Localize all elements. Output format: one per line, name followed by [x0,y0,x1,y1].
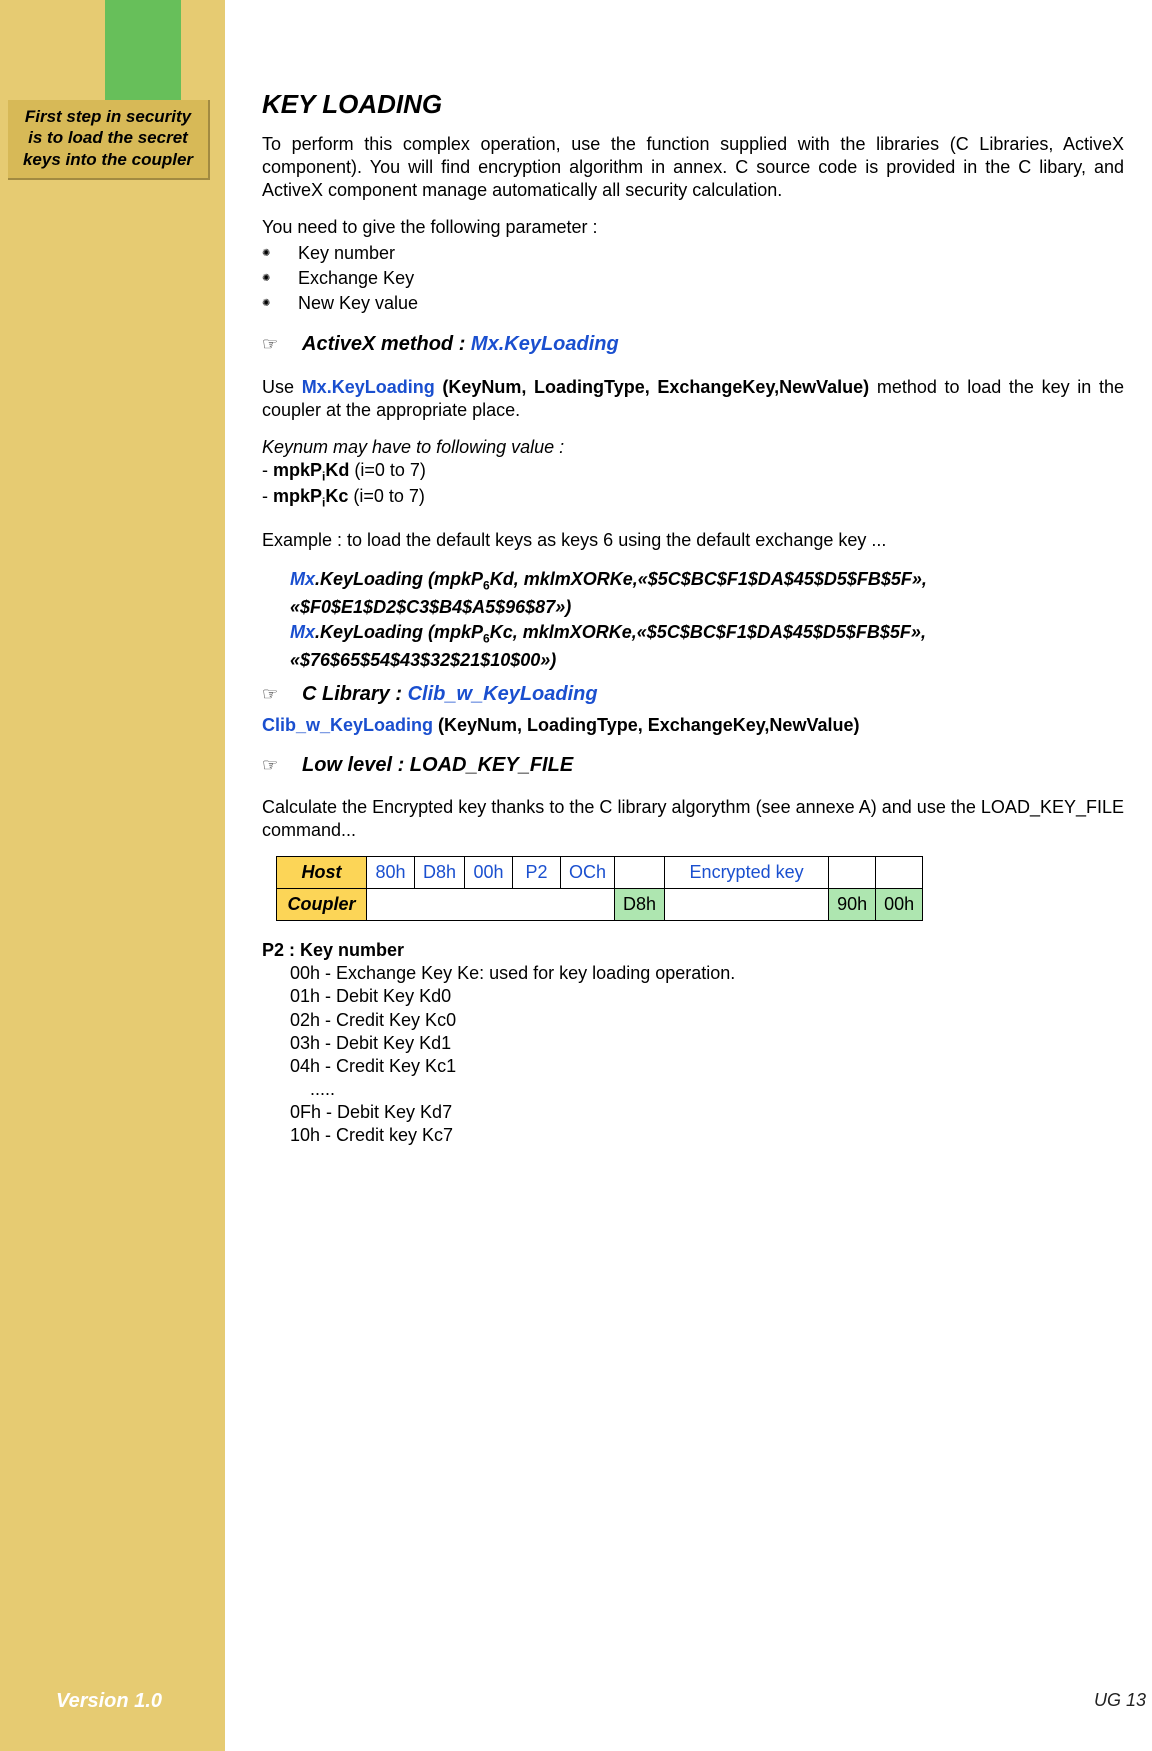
sidebar-callout: First step in security is to load the se… [8,100,210,180]
heading-activex: ☞ ActiveX method : Mx.KeyLoading [262,332,1124,358]
page-number: UG 13 [1094,1690,1146,1711]
code-line: «$F0$E1$D2$C3$B4$A5$96$87») [290,596,1124,619]
signature: (KeyNum, LoadingType, ExchangeKey,NewVal… [435,377,869,397]
params-list: Key number Exchange Key New Key value [262,241,1124,316]
table-cell [876,857,923,889]
coupler-header: Coupler [277,889,367,921]
key-list-heading: P2 : Key number [262,939,1124,962]
table-cell [615,857,665,889]
table-cell [829,857,876,889]
list-label: Exchange Key [298,268,414,288]
table-cell: D8h [615,889,665,921]
table-cell [367,889,615,921]
table-cell: 00h [465,857,513,889]
command-table: Host 80h D8h 00h P2 OCh Encrypted key Co… [276,856,923,921]
heading-method: Clib_w_KeyLoading [408,683,598,705]
heading-lowlevel: ☞ Low level : LOAD_KEY_FILE [262,753,1124,779]
activex-line-2: - mpkPiKc (i=0 to 7) [262,485,1124,511]
list-label: New Key value [298,293,418,313]
activex-note: Keynum may have to following value : [262,436,1124,459]
bullet-icon [262,243,298,263]
table-cell [665,889,829,921]
main-content: KEY LOADING To perform this complex oper… [262,88,1124,1147]
code-block: Mx.KeyLoading (mpkP6Kd, mklmXORKe,«$5C$B… [290,568,1124,672]
list-item: Exchange Key [262,266,1124,291]
example-lead: Example : to load the default keys as ke… [262,529,1124,552]
lowlevel-paragraph: Calculate the Encrypted key thanks to th… [262,796,1124,842]
key-item: 03h - Debit Key Kd1 [290,1032,1124,1055]
list-label: Key number [298,243,395,263]
activex-line-1: - mpkPiKd (i=0 to 7) [262,459,1124,485]
bullet-icon [262,293,298,313]
pointer-icon: ☞ [262,333,302,356]
heading-label: C Library : [302,683,408,705]
table-cell: 90h [829,889,876,921]
key-item: 02h - Credit Key Kc0 [290,1009,1124,1032]
key-item: 00h - Exchange Key Ke: used for key load… [290,962,1124,985]
heading-clib: ☞ C Library : Clib_w_KeyLoading [262,682,1124,708]
intro-paragraph: To perform this complex operation, use t… [262,133,1124,202]
table-cell: D8h [415,857,465,889]
key-item: 10h - Credit key Kc7 [290,1124,1124,1147]
code-line: «$76$65$54$43$32$21$10$00») [290,649,1124,672]
key-item-ellipsis: ..... [310,1078,1124,1101]
key-item: 01h - Debit Key Kd0 [290,985,1124,1008]
key-item: 0Fh - Debit Key Kd7 [290,1101,1124,1124]
list-item: New Key value [262,291,1124,316]
list-item: Key number [262,241,1124,266]
table-cell: OCh [561,857,615,889]
method-ref: Mx.KeyLoading [302,377,435,397]
table-cell: 00h [876,889,923,921]
clib-signature: Clib_w_KeyLoading (KeyNum, LoadingType, … [262,714,1124,737]
key-number-list: P2 : Key number 00h - Exchange Key Ke: u… [262,939,1124,1146]
page-title: KEY LOADING [262,88,1124,121]
heading-label: Low level : LOAD_KEY_FILE [302,753,573,779]
table-cell: Encrypted key [665,857,829,889]
table-row: Host 80h D8h 00h P2 OCh Encrypted key [277,857,923,889]
heading-method: Mx.KeyLoading [471,333,619,355]
key-item: 04h - Credit Key Kc1 [290,1055,1124,1078]
code-line: Mx.KeyLoading (mpkP6Kd, mklmXORKe,«$5C$B… [290,568,1124,594]
table-cell: 80h [367,857,415,889]
text: Use [262,377,302,397]
params-lead: You need to give the following parameter… [262,216,1124,239]
left-band [0,0,225,1751]
activex-paragraph: Use Mx.KeyLoading (KeyNum, LoadingType, … [262,376,1124,422]
heading-label: ActiveX method : [302,333,471,355]
table-cell: P2 [513,857,561,889]
pointer-icon: ☞ [262,754,302,777]
bullet-icon [262,268,298,288]
pointer-icon: ☞ [262,683,302,706]
code-line: Mx.KeyLoading (mpkP6Kc, mklmXORKe,«$5C$B… [290,621,1124,647]
version-label: Version 1.0 [56,1690,162,1713]
table-row: Coupler D8h 90h 00h [277,889,923,921]
host-header: Host [277,857,367,889]
